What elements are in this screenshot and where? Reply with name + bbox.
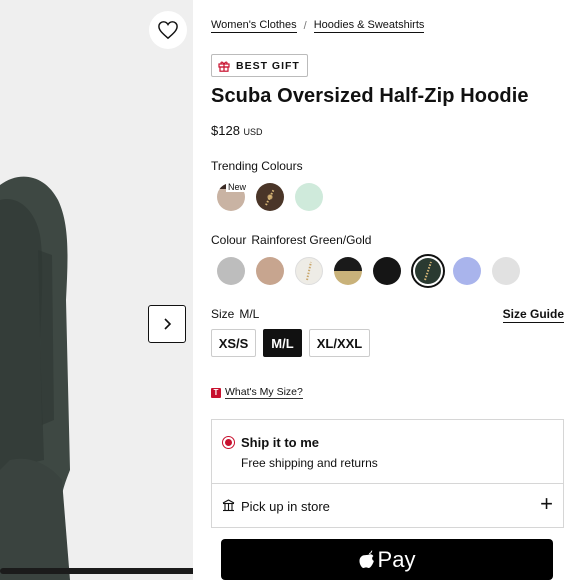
trending-swatch-mint[interactable] — [295, 183, 323, 211]
store-icon — [222, 499, 235, 512]
colour-swatch-rainforest-green-gold[interactable] — [411, 254, 445, 288]
size-guide-link[interactable]: Size Guide — [502, 307, 564, 323]
whats-my-size-link[interactable]: What's My Size? — [225, 386, 303, 399]
colour-swatch-black-gold[interactable] — [334, 257, 362, 285]
colour-swatch-periwinkle[interactable] — [453, 257, 481, 285]
product-price: $128 USD — [211, 123, 263, 138]
breadcrumb-womens-clothes[interactable]: Women's Clothes — [211, 19, 297, 33]
colour-swatch-heather-grey[interactable] — [217, 257, 245, 285]
zip-pattern — [265, 188, 275, 206]
colour-swatch-white[interactable] — [295, 257, 323, 285]
chevron-right-icon — [164, 318, 172, 330]
product-details-panel: Women's Clothes / Hoodies & Sweatshirts … — [193, 0, 580, 580]
size-option-xl-xxl[interactable]: XL/XXL — [309, 329, 370, 357]
size-option-m-l[interactable]: M/L — [263, 329, 302, 357]
colour-swatch-black[interactable] — [373, 257, 401, 285]
trending-swatch-brown[interactable] — [256, 183, 284, 211]
swatch-fill — [415, 258, 441, 284]
next-image-button[interactable] — [148, 305, 186, 343]
size-label: Size M/L — [211, 307, 259, 321]
ship-radio-selected[interactable] — [222, 436, 235, 449]
size-selected: M/L — [239, 307, 260, 321]
gift-icon — [218, 61, 230, 72]
breadcrumb-separator: / — [303, 20, 307, 32]
favorite-button[interactable] — [149, 11, 187, 49]
breadcrumb: Women's Clothes / Hoodies & Sweatshirts — [211, 19, 425, 33]
product-photo — [0, 0, 193, 580]
plus-icon[interactable]: + — [540, 493, 553, 515]
whats-my-size[interactable]: T What's My Size? — [211, 386, 303, 399]
brand-t-icon: T — [211, 387, 221, 398]
apple-pay-label: Pay — [377, 546, 416, 572]
colour-swatch-light-grey[interactable] — [492, 257, 520, 285]
trending-colours-label: Trending Colours — [211, 159, 303, 173]
pick-up-in-store-option[interactable]: Pick up in store + — [211, 483, 564, 528]
price-currency: USD — [243, 127, 263, 137]
apple-icon — [359, 550, 374, 568]
price-amount: $128 — [211, 123, 240, 138]
product-image — [0, 0, 193, 580]
best-gift-badge: BEST GIFT — [211, 54, 308, 77]
pickup-label: Pick up in store — [241, 499, 330, 514]
ship-subtitle: Free shipping and returns — [241, 456, 378, 470]
colour-label-text: Colour — [211, 233, 247, 247]
ship-title: Ship it to me — [241, 435, 319, 450]
colour-selected-name: Rainforest Green/Gold — [251, 233, 372, 247]
colour-label: Colour Rainforest Green/Gold — [211, 233, 371, 247]
new-tag: New — [226, 182, 249, 192]
zip-pattern — [424, 261, 432, 281]
breadcrumb-hoodies[interactable]: Hoodies & Sweatshirts — [313, 19, 425, 33]
heart-icon — [158, 21, 178, 40]
product-title: Scuba Oversized Half-Zip Hoodie — [211, 85, 529, 107]
zip-pattern — [306, 261, 312, 281]
colour-swatch-tan[interactable] — [256, 257, 284, 285]
badge-label: BEST GIFT — [236, 59, 300, 72]
size-option-xs-s[interactable]: XS/S — [211, 329, 256, 357]
apple-pay-button[interactable]: Pay — [221, 539, 553, 580]
ship-to-me-option[interactable]: Ship it to me Free shipping and returns — [211, 419, 564, 484]
size-label-text: Size — [211, 307, 235, 321]
